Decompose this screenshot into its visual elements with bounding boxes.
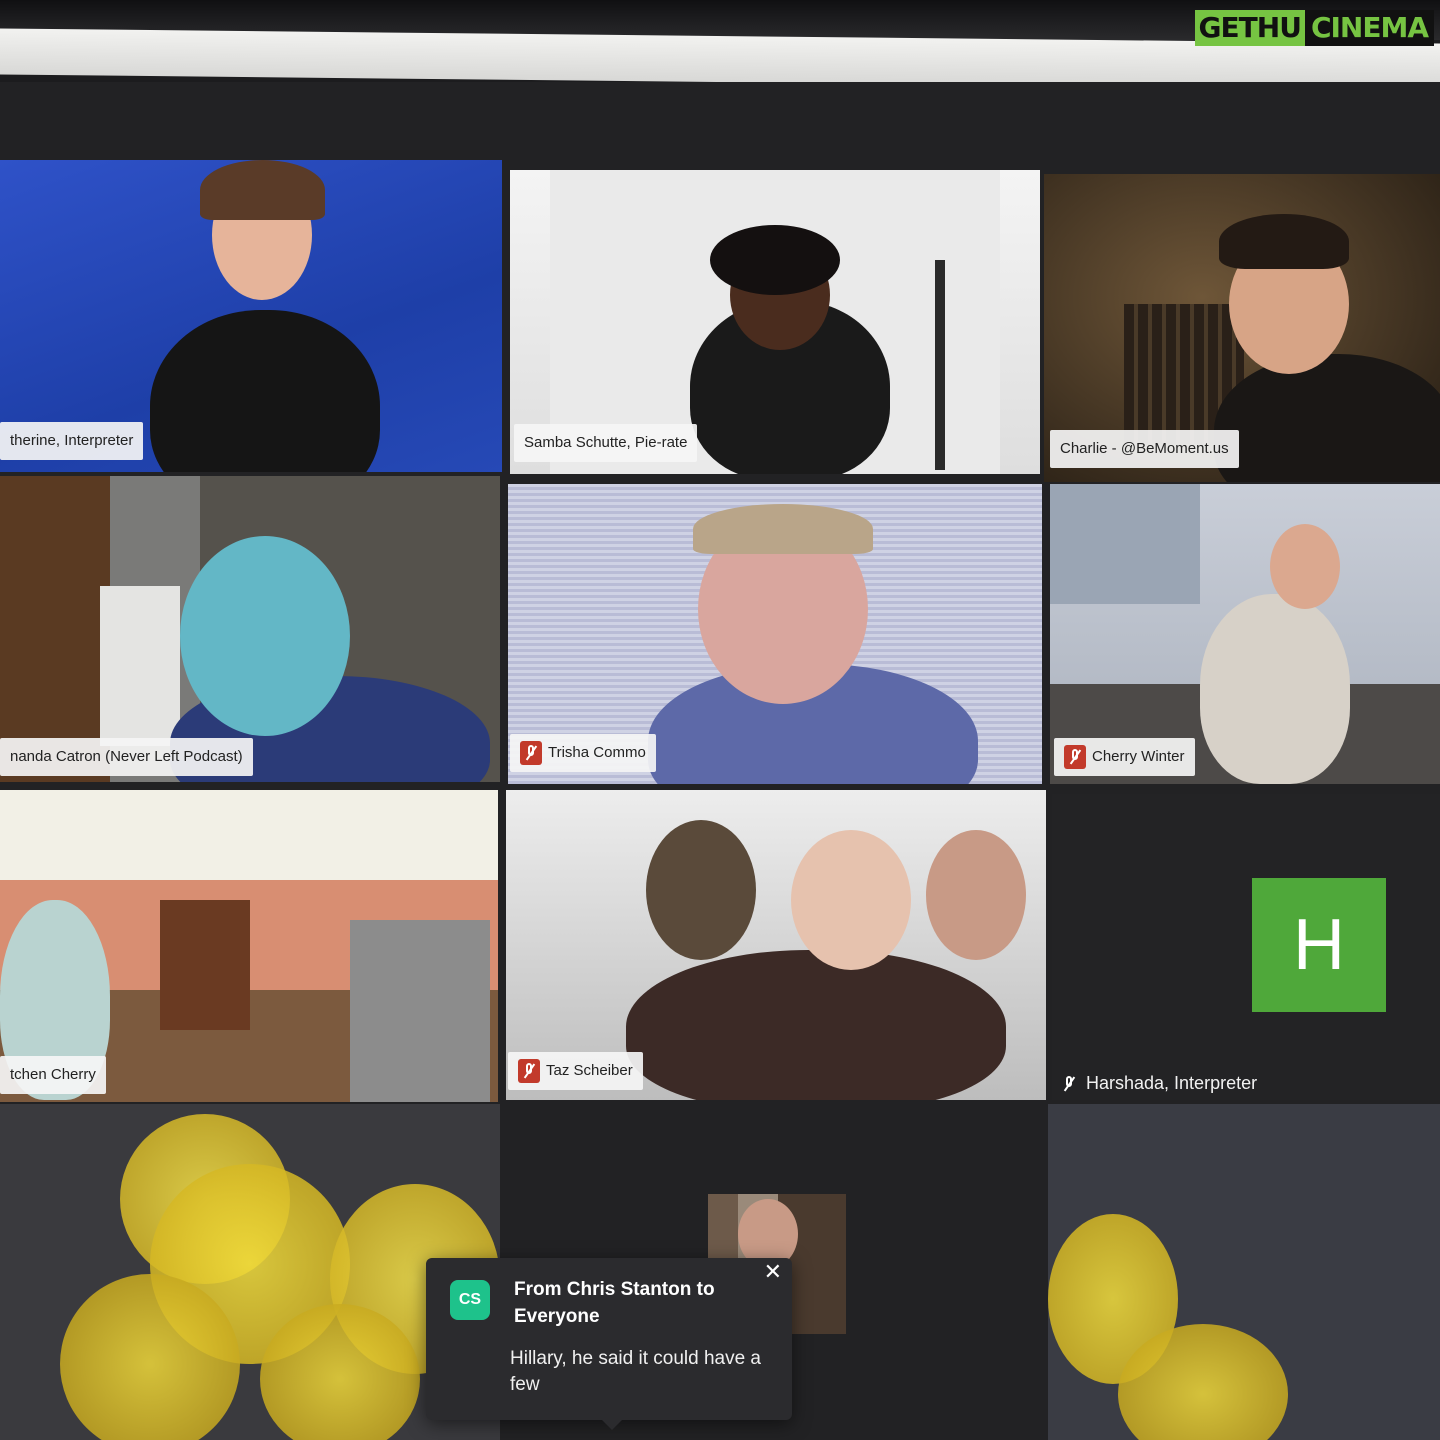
participant-name: therine, Interpreter bbox=[10, 432, 134, 449]
chat-notification[interactable]: CS From Chris Stanton to Everyone Hillar… bbox=[426, 1258, 792, 1430]
microphone-muted-icon bbox=[518, 1059, 540, 1084]
participant-name-tag: Taz Scheiber bbox=[508, 1052, 643, 1090]
microphone-muted-icon bbox=[1058, 1072, 1080, 1096]
video-tile-4[interactable]: nanda Catron (Never Left Podcast) bbox=[0, 476, 500, 782]
video-tile-7[interactable]: tchen Cherry bbox=[0, 790, 498, 1102]
participant-avatar: H bbox=[1252, 878, 1386, 1012]
watermark-part1: GETHU bbox=[1194, 10, 1305, 46]
participant-hair bbox=[710, 225, 840, 295]
chat-message: Hillary, he said it could have a few bbox=[510, 1348, 761, 1395]
microphone-muted-icon bbox=[520, 741, 542, 766]
participant-name: Trisha Commo bbox=[548, 744, 646, 761]
watermark-logo: GETHU CINEMA bbox=[1194, 10, 1434, 46]
participant-name: Cherry Winter bbox=[1092, 748, 1185, 765]
participant-video bbox=[1200, 594, 1350, 784]
participant-name: tchen Cherry bbox=[10, 1066, 96, 1083]
watermark-part2: CINEMA bbox=[1304, 10, 1434, 46]
video-tile-3[interactable]: Charlie - @BeMoment.us bbox=[1044, 174, 1440, 482]
participant-name-tag: nanda Catron (Never Left Podcast) bbox=[0, 738, 253, 776]
kitchen-cabinets bbox=[1050, 484, 1200, 604]
video-grid: therine, Interpreter Samba Schutte, Pie-… bbox=[0, 82, 1440, 1440]
participant-name-tag: Cherry Winter bbox=[1054, 738, 1195, 776]
refrigerator bbox=[350, 920, 490, 1102]
participant-name: Taz Scheiber bbox=[546, 1062, 633, 1079]
participant-name: Harshada, Interpreter bbox=[1086, 1072, 1258, 1093]
participant-name-tag: Charlie - @BeMoment.us bbox=[1050, 430, 1239, 468]
sender-avatar: CS bbox=[450, 1280, 490, 1320]
participant-name-tag: Harshada, Interpreter bbox=[1058, 1072, 1257, 1096]
participant-head bbox=[926, 830, 1026, 960]
chat-tail bbox=[602, 1420, 622, 1430]
video-tile-2[interactable]: Samba Schutte, Pie-rate bbox=[510, 170, 1040, 474]
video-tile-10[interactable] bbox=[0, 1104, 500, 1440]
participant-name-tag: Trisha Commo bbox=[510, 734, 656, 772]
participant-name: nanda Catron (Never Left Podcast) bbox=[10, 748, 243, 765]
participant-head bbox=[791, 830, 911, 970]
participant-hair bbox=[200, 160, 325, 220]
participant-name-tag: tchen Cherry bbox=[0, 1056, 106, 1094]
participant-name-tag: Samba Schutte, Pie-rate bbox=[514, 424, 698, 462]
chat-sender-title: From Chris Stanton to Everyone bbox=[514, 1279, 715, 1327]
kitchen-cabinet bbox=[160, 900, 250, 1030]
participant-name: Samba Schutte, Pie-rate bbox=[524, 434, 688, 451]
participant-name-tag: therine, Interpreter bbox=[0, 422, 144, 460]
close-icon[interactable]: ✕ bbox=[764, 1260, 782, 1285]
refrigerator bbox=[100, 586, 180, 746]
video-tile-6[interactable]: Cherry Winter bbox=[1050, 484, 1440, 784]
participant-head bbox=[646, 820, 756, 960]
video-tile-9[interactable]: H Harshada, Interpreter bbox=[1052, 794, 1440, 1100]
participant-head bbox=[180, 536, 350, 736]
microphone-muted-icon bbox=[1064, 745, 1086, 770]
video-tile-8[interactable]: Taz Scheiber bbox=[506, 790, 1046, 1100]
microphone-stand bbox=[935, 260, 945, 470]
bokeh-light bbox=[60, 1274, 240, 1440]
video-tile-1[interactable]: therine, Interpreter bbox=[0, 160, 502, 472]
participant-name: Charlie - @BeMoment.us bbox=[1060, 440, 1229, 457]
participant-headband bbox=[693, 504, 873, 554]
video-tile-12[interactable] bbox=[1048, 1104, 1440, 1440]
participant-video bbox=[626, 950, 1006, 1100]
participant-head bbox=[1270, 524, 1340, 609]
video-tile-5[interactable]: Trisha Commo bbox=[508, 484, 1042, 784]
participant-hair bbox=[1219, 214, 1349, 269]
